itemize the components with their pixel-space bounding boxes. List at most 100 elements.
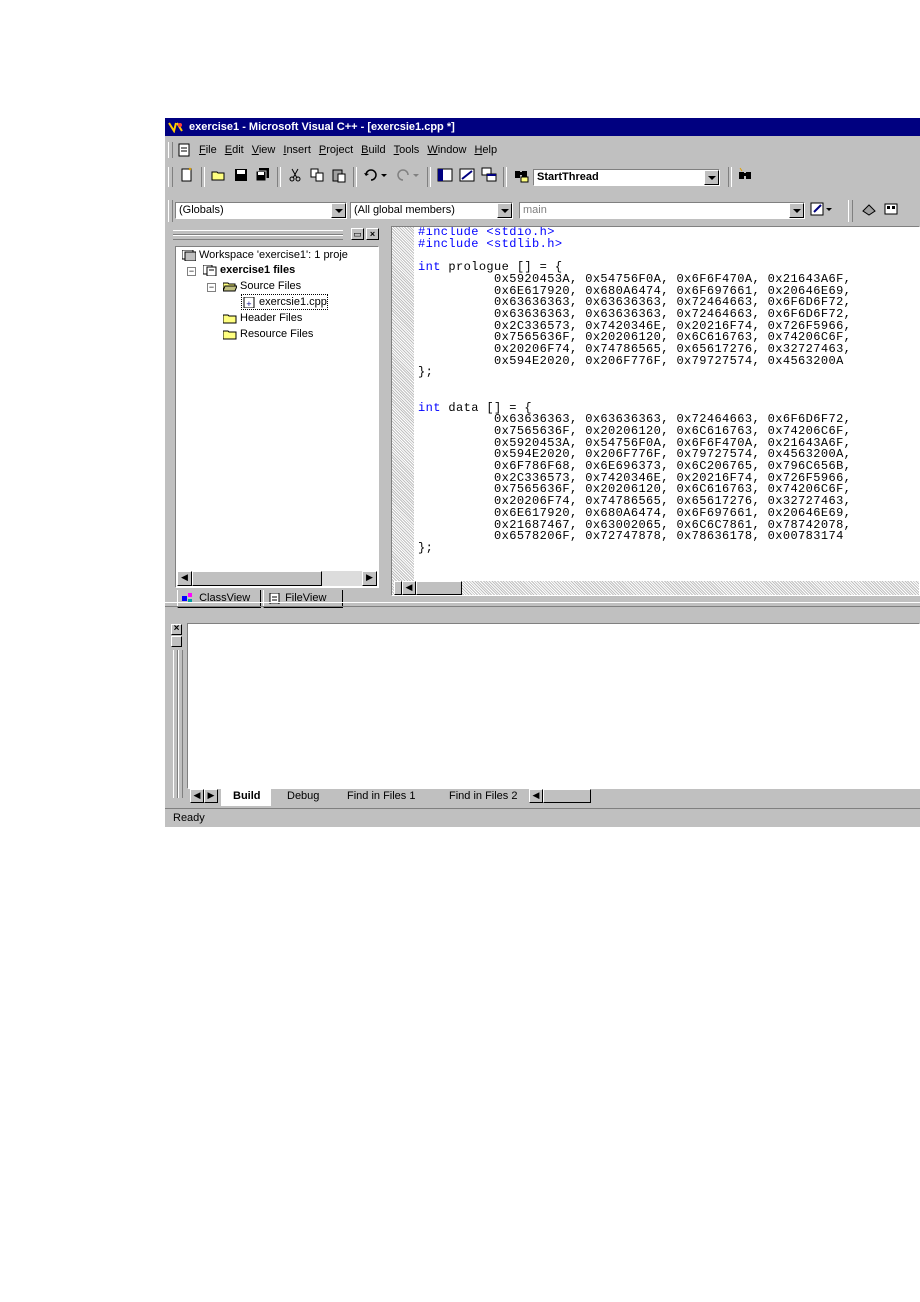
tab-debug[interactable]: Debug xyxy=(277,788,335,806)
tab-find-in-files-2[interactable]: Find in Files 2 xyxy=(441,788,529,806)
menu-file[interactable]: File xyxy=(195,140,221,160)
code-editor[interactable]: #include <stdio.h> #include <stdlib.h> i… xyxy=(391,226,920,596)
output-icon[interactable] xyxy=(457,167,477,187)
chevron-down-icon[interactable] xyxy=(331,203,346,218)
menu-edit[interactable]: Edit xyxy=(221,140,248,160)
cut-icon[interactable] xyxy=(285,167,305,187)
scroll-thumb[interactable] xyxy=(416,581,462,595)
filter-combo[interactable]: (All global members) xyxy=(350,202,513,219)
code-row: 0x6578206F, 0x72747878, 0x78636178, 0x00… xyxy=(494,529,844,544)
redo-icon[interactable] xyxy=(393,167,423,187)
code-line-include-stdlib: #include <stdlib.h> xyxy=(418,236,563,251)
menu-view[interactable]: View xyxy=(248,140,280,160)
tree-item-header-files[interactable]: Header Files xyxy=(223,311,302,325)
find-in-files-icon[interactable] xyxy=(511,167,531,187)
keyword-int: int xyxy=(418,400,441,415)
workspace-grip[interactable] xyxy=(173,235,343,240)
tree-item-label: Header Files xyxy=(240,312,303,324)
output-close-icon[interactable]: × xyxy=(171,624,182,635)
wizard-bar: (Globals) (All global members) main xyxy=(165,198,920,224)
menu-project[interactable]: Project xyxy=(315,140,357,160)
splitter[interactable] xyxy=(165,602,920,607)
undo-icon[interactable] xyxy=(361,167,391,187)
workspace-hscrollbar[interactable]: ◀ ▶ xyxy=(177,571,377,586)
output-restore-icon[interactable] xyxy=(171,636,182,647)
window-title: exercise1 - Microsoft Visual C++ - [exer… xyxy=(189,121,455,133)
cpp-file-icon: + xyxy=(243,296,255,308)
tab-build[interactable]: Build xyxy=(221,788,271,806)
editor-gutter xyxy=(392,227,414,595)
menubar-grip[interactable] xyxy=(168,142,173,158)
folder-open-icon xyxy=(223,282,237,292)
chevron-down-icon[interactable] xyxy=(704,170,719,185)
workspace-tree: Workspace 'exercise1': 1 proje − exercis… xyxy=(175,246,379,588)
restore-icon[interactable]: ▭ xyxy=(351,228,364,240)
menu-window[interactable]: Window xyxy=(423,140,470,160)
find-icon[interactable] xyxy=(735,167,755,187)
close-brace: }; xyxy=(418,540,434,555)
tree-item-label: exercise1 files xyxy=(220,264,296,276)
menu-insert[interactable]: Insert xyxy=(279,140,315,160)
tree-item-resource-files[interactable]: Resource Files xyxy=(223,327,313,341)
compile-icon[interactable] xyxy=(881,201,901,221)
tab-scroll-right-icon[interactable]: ▶ xyxy=(204,789,218,803)
menu-help[interactable]: Help xyxy=(470,140,501,160)
tab-scroll-left-icon[interactable]: ◀ xyxy=(190,789,204,803)
tree-item-label: Workspace 'exercise1': 1 proje xyxy=(199,249,348,261)
visual-cpp-app-icon xyxy=(168,122,183,133)
chevron-down-icon[interactable] xyxy=(497,203,512,218)
close-icon[interactable]: × xyxy=(366,228,379,240)
toolbar-separator xyxy=(427,167,431,187)
tree-item-source-files[interactable]: Source Files xyxy=(223,279,301,293)
scroll-right-icon[interactable]: ▶ xyxy=(362,571,377,586)
scroll-left-icon[interactable]: ◀ xyxy=(402,581,416,595)
split-box[interactable] xyxy=(394,581,402,595)
output-window[interactable] xyxy=(187,623,920,789)
menu-build[interactable]: Build xyxy=(357,140,389,160)
menu-bar: File Edit View Insert Project Build Tools Windo… xyxy=(165,140,920,160)
toolbar-grip[interactable] xyxy=(848,200,853,222)
save-all-icon[interactable] xyxy=(253,167,273,187)
window-list-icon[interactable] xyxy=(479,167,499,187)
find-combo[interactable]: StartThread xyxy=(533,169,720,186)
status-bar: Ready xyxy=(165,808,920,827)
collapse-icon[interactable]: − xyxy=(207,283,216,292)
tree-item-project[interactable]: exercise1 files xyxy=(203,263,295,277)
scroll-thumb[interactable] xyxy=(192,571,322,586)
keyword-int: int xyxy=(418,260,441,275)
copy-icon[interactable] xyxy=(307,167,327,187)
class-combo-value: (Globals) xyxy=(179,204,224,216)
title-bar[interactable]: exercise1 - Microsoft Visual C++ - [exer… xyxy=(165,118,920,136)
tree-item-source-file[interactable]: + exercsie1.cpp xyxy=(241,294,328,310)
tree-item-workspace[interactable]: Workspace 'exercise1': 1 proje xyxy=(182,248,348,262)
toolbar-grip[interactable] xyxy=(168,167,173,187)
output-grip[interactable] xyxy=(178,650,183,798)
open-icon[interactable] xyxy=(209,167,229,187)
new-file-icon[interactable] xyxy=(177,167,197,187)
wizard-action-icon[interactable] xyxy=(809,201,837,221)
class-combo[interactable]: (Globals) xyxy=(175,202,347,219)
build-icon[interactable] xyxy=(859,201,879,221)
scroll-left-icon[interactable]: ◀ xyxy=(177,571,192,586)
save-icon[interactable] xyxy=(231,167,251,187)
document-icon[interactable] xyxy=(177,143,191,157)
collapse-icon[interactable]: − xyxy=(187,267,196,276)
member-combo[interactable]: main xyxy=(519,202,805,219)
workspace-tabs: ClassView FileView xyxy=(175,590,379,610)
toolbar-separator xyxy=(503,167,507,187)
workspace-icon[interactable] xyxy=(435,167,455,187)
toolbar-separator xyxy=(277,167,281,187)
paste-icon[interactable] xyxy=(329,167,349,187)
tree-item-label: Source Files xyxy=(240,280,302,292)
close-brace: }; xyxy=(418,365,434,380)
menu-tools[interactable]: Tools xyxy=(390,140,424,160)
code-text[interactable]: #include <stdio.h> #include <stdlib.h> i… xyxy=(418,227,851,555)
chevron-down-icon[interactable] xyxy=(789,203,804,218)
editor-hscrollbar[interactable]: ◀ xyxy=(392,581,919,595)
scroll-left-icon[interactable]: ◀ xyxy=(529,789,543,803)
scroll-thumb[interactable] xyxy=(543,789,591,803)
wizardbar-grip[interactable] xyxy=(168,200,173,222)
find-combo-value: StartThread xyxy=(537,171,599,183)
main-window: exercise1 - Microsoft Visual C++ - [exer… xyxy=(165,118,920,827)
tab-find-in-files-1[interactable]: Find in Files 1 xyxy=(339,788,429,806)
